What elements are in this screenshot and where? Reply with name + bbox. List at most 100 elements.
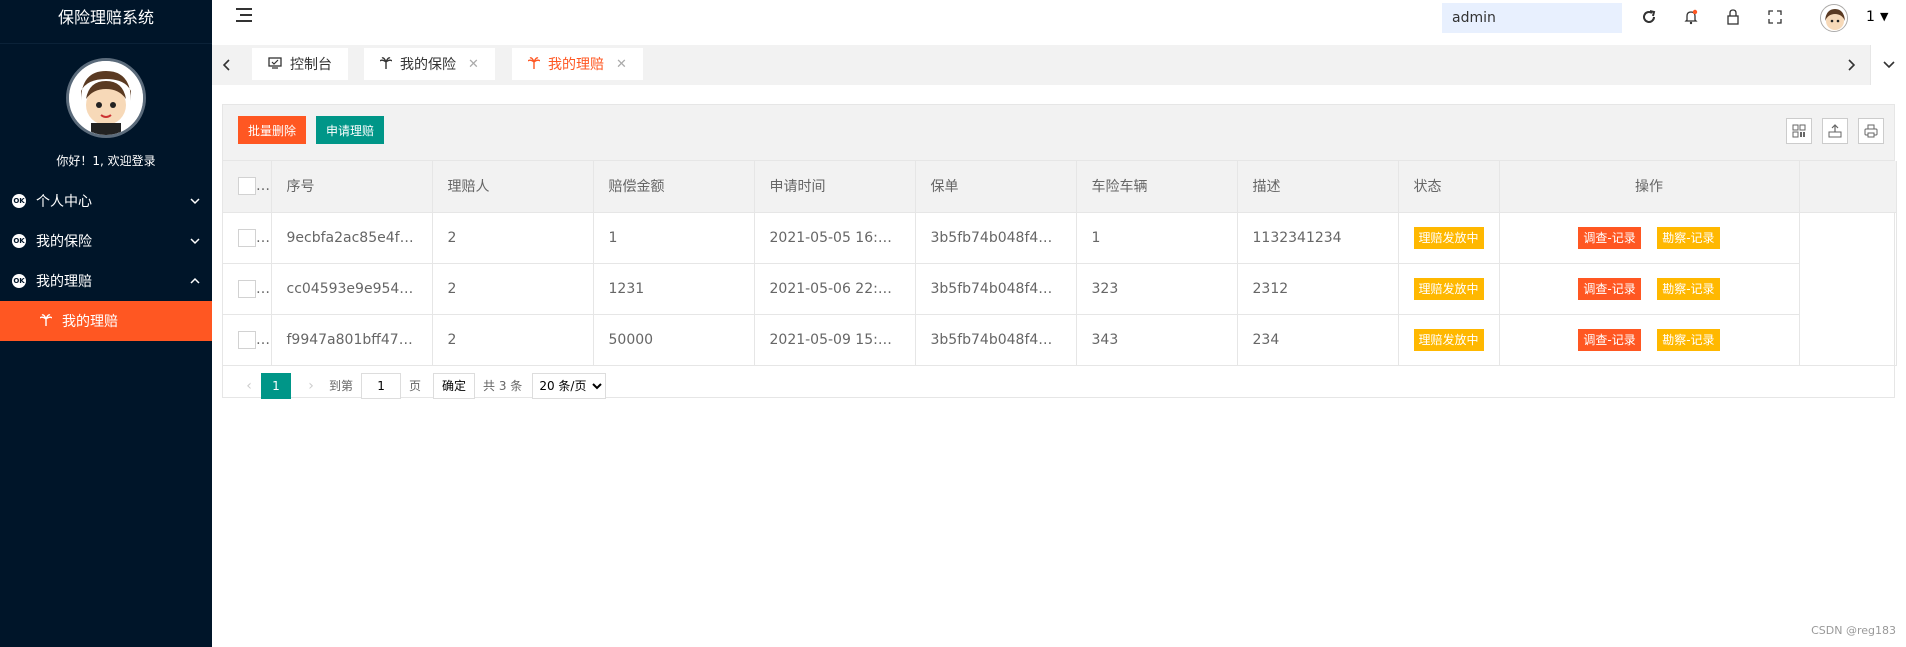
columns-filter-icon[interactable] (1786, 118, 1812, 144)
watermark: CSDN @reg183 (1811, 624, 1896, 637)
cell-description: 2312 (1237, 263, 1399, 315)
col-header-amount[interactable]: 赔偿金额 (593, 161, 755, 213)
table-row: 9ecbfa2ac85e4f47... 2 1 2021-05-05 16:31… (223, 212, 1897, 264)
investigate-record-button[interactable]: 调查-记录 (1578, 328, 1641, 351)
tab-my-insurance[interactable]: 我的保险 ✕ (364, 48, 495, 80)
cell-vehicle: 343 (1076, 314, 1238, 366)
page-suffix: 页 (409, 379, 422, 393)
tab-dashboard[interactable]: 控制台 (252, 48, 348, 80)
survey-record-button[interactable]: 勘察-记录 (1657, 226, 1720, 249)
row-select-cell[interactable] (223, 263, 272, 315)
refresh-icon[interactable] (1640, 8, 1658, 26)
next-page-icon[interactable]: › (299, 378, 323, 394)
total-count: 共 3 条 (483, 379, 523, 393)
cell-status: 理赔发放中 (1398, 263, 1500, 315)
cell-actions: 调查-记录 勘察-记录 (1499, 314, 1800, 366)
caret-down-icon[interactable]: ▼ (1880, 10, 1888, 23)
table-row: cc04593e9e954c2... 2 1231 2021-05-06 22:… (223, 263, 1897, 315)
row-checkbox[interactable] (238, 330, 256, 349)
app-title: 保险理赔系统 (0, 0, 212, 44)
tab-my-claims[interactable]: 我的理赔 ✕ (512, 48, 643, 80)
cell-description: 1132341234 (1237, 212, 1399, 264)
apply-claim-button[interactable]: 申请理赔 (316, 116, 385, 144)
claims-table: 序号 理赔人 赔偿金额 申请时间 保单 车险车辆 描述 状态 操作 9ecbfa… (223, 161, 1897, 366)
sidebar-subitem-my-claims[interactable]: 我的理赔 (0, 301, 212, 341)
palm-tree-icon (527, 56, 541, 72)
palm-tree-icon (379, 56, 393, 72)
chevron-down-icon (190, 234, 200, 248)
cell-claimant: 2 (432, 212, 594, 264)
select-all-cell[interactable] (223, 161, 272, 213)
palm-tree-icon (39, 313, 53, 329)
cell-empty (1799, 263, 1897, 314)
ok-circle-icon: OK (12, 194, 26, 208)
close-icon[interactable]: ✕ (616, 57, 627, 72)
status-badge: 理赔发放中 (1413, 277, 1484, 300)
confirm-goto-button[interactable]: 确定 (433, 372, 476, 399)
tab-label: 我的理赔 (548, 57, 604, 73)
user-avatar[interactable] (1820, 4, 1848, 32)
cell-claimant: 2 (432, 314, 594, 366)
sidebar-item-personal-center[interactable]: OK 个人中心 (0, 181, 212, 221)
bell-icon[interactable] (1682, 8, 1700, 26)
row-checkbox[interactable] (238, 279, 256, 298)
ok-circle-icon: OK (12, 234, 26, 248)
survey-record-button[interactable]: 勘察-记录 (1657, 328, 1720, 351)
tab-scroll-right-icon[interactable] (1836, 45, 1866, 85)
cell-id: 9ecbfa2ac85e4f47... (271, 212, 433, 264)
col-header-time[interactable]: 申请时间 (754, 161, 916, 213)
welcome-text: 你好！1, 欢迎登录 (56, 154, 156, 168)
sidebar: 保险理赔系统 你好！1, 欢迎登录 OK 个人中心 OK 我的保险 OK 我的理… (0, 0, 212, 647)
sidebar-item-my-insurance[interactable]: OK 我的保险 (0, 221, 212, 261)
prev-page-icon[interactable]: ‹ (237, 378, 261, 394)
sidebar-item-label: 个人中心 (36, 194, 92, 210)
batch-delete-button[interactable]: 批量删除 (238, 116, 307, 144)
col-header-description[interactable]: 描述 (1237, 161, 1399, 213)
col-header-policy[interactable]: 保单 (915, 161, 1077, 213)
row-checkbox[interactable] (238, 228, 256, 247)
cell-vehicle: 323 (1076, 263, 1238, 315)
sidebar-menu: OK 个人中心 OK 我的保险 OK 我的理赔 我的理赔 (0, 181, 212, 341)
col-header-status[interactable]: 状态 (1398, 161, 1500, 213)
user-name[interactable]: 1 (1866, 9, 1875, 25)
cell-empty (1799, 314, 1897, 366)
fullscreen-icon[interactable] (1766, 8, 1784, 26)
cell-vehicle: 1 (1076, 212, 1238, 264)
col-header-id[interactable]: 序号 (271, 161, 433, 213)
goto-page-input[interactable] (361, 372, 402, 399)
menu-toggle-icon[interactable] (236, 8, 252, 26)
search-input[interactable] (1442, 3, 1622, 33)
top-header: 1 ▼ (212, 0, 1906, 36)
sidebar-item-my-claims[interactable]: OK 我的理赔 (0, 261, 212, 301)
cell-status: 理赔发放中 (1398, 212, 1500, 264)
export-icon[interactable] (1822, 118, 1848, 144)
tab-label: 控制台 (290, 57, 332, 73)
table-row: f9947a801bff47b0... 2 50000 2021-05-09 1… (223, 314, 1897, 366)
cell-amount: 50000 (593, 314, 755, 366)
avatar (66, 58, 146, 138)
sidebar-item-label: 我的理赔 (36, 274, 92, 290)
investigate-record-button[interactable]: 调查-记录 (1578, 277, 1641, 300)
cell-policy: 3b5fb74b048f462c... (915, 212, 1077, 264)
close-icon[interactable]: ✕ (468, 57, 479, 72)
survey-record-button[interactable]: 勘察-记录 (1657, 277, 1720, 300)
cell-description: 234 (1237, 314, 1399, 366)
profile-area (0, 44, 212, 142)
tab-dropdown-icon[interactable] (1870, 45, 1906, 85)
chevron-down-icon (190, 194, 200, 208)
investigate-record-button[interactable]: 调查-记录 (1578, 226, 1641, 249)
row-select-cell[interactable] (223, 212, 272, 264)
cell-claimant: 2 (432, 263, 594, 315)
select-all-checkbox[interactable] (238, 177, 256, 196)
cell-status: 理赔发放中 (1398, 314, 1500, 366)
col-header-claimant[interactable]: 理赔人 (432, 161, 594, 213)
page-size-select[interactable]: 20 条/页 (532, 372, 607, 399)
tab-scroll-left-icon[interactable] (212, 45, 242, 85)
pagination: ‹ 1 › 到第 页 确定 共 3 条 20 条/页 (223, 366, 1894, 406)
print-icon[interactable] (1858, 118, 1884, 144)
lock-icon[interactable] (1724, 8, 1742, 26)
current-page-button[interactable]: 1 (261, 372, 291, 399)
col-header-vehicle[interactable]: 车险车辆 (1076, 161, 1238, 213)
status-badge: 理赔发放中 (1413, 328, 1484, 351)
row-select-cell[interactable] (223, 314, 272, 366)
